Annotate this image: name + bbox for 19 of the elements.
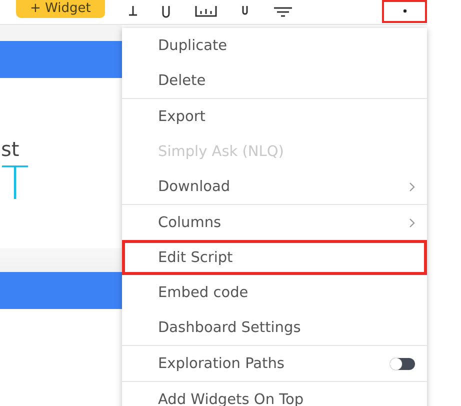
menu-item[interactable]: Download <box>122 169 427 205</box>
kpi-caption: st <box>1 138 20 159</box>
menu-item[interactable]: Export <box>122 99 427 134</box>
chart-icon[interactable] <box>194 6 217 18</box>
text-icon[interactable] <box>126 6 139 18</box>
kpi-value: T <box>1 158 30 208</box>
more-button[interactable] <box>382 0 427 22</box>
menu-item[interactable]: Columns <box>122 205 427 240</box>
add-widget-button[interactable]: + Widget <box>16 0 105 18</box>
menu-item[interactable]: Edit Script <box>122 240 427 275</box>
chevron-right-icon <box>409 182 415 192</box>
menu-item[interactable]: Delete <box>122 63 427 99</box>
menu-item[interactable]: Dashboard Settings <box>122 310 427 346</box>
more-icon <box>402 9 406 13</box>
menu-item[interactable]: Exploration Paths <box>122 346 427 382</box>
chevron-right-icon <box>409 218 415 228</box>
menu-item[interactable]: Duplicate <box>122 28 427 63</box>
toggle-switch[interactable] <box>390 358 415 370</box>
menu-item[interactable]: Embed code <box>122 275 427 310</box>
